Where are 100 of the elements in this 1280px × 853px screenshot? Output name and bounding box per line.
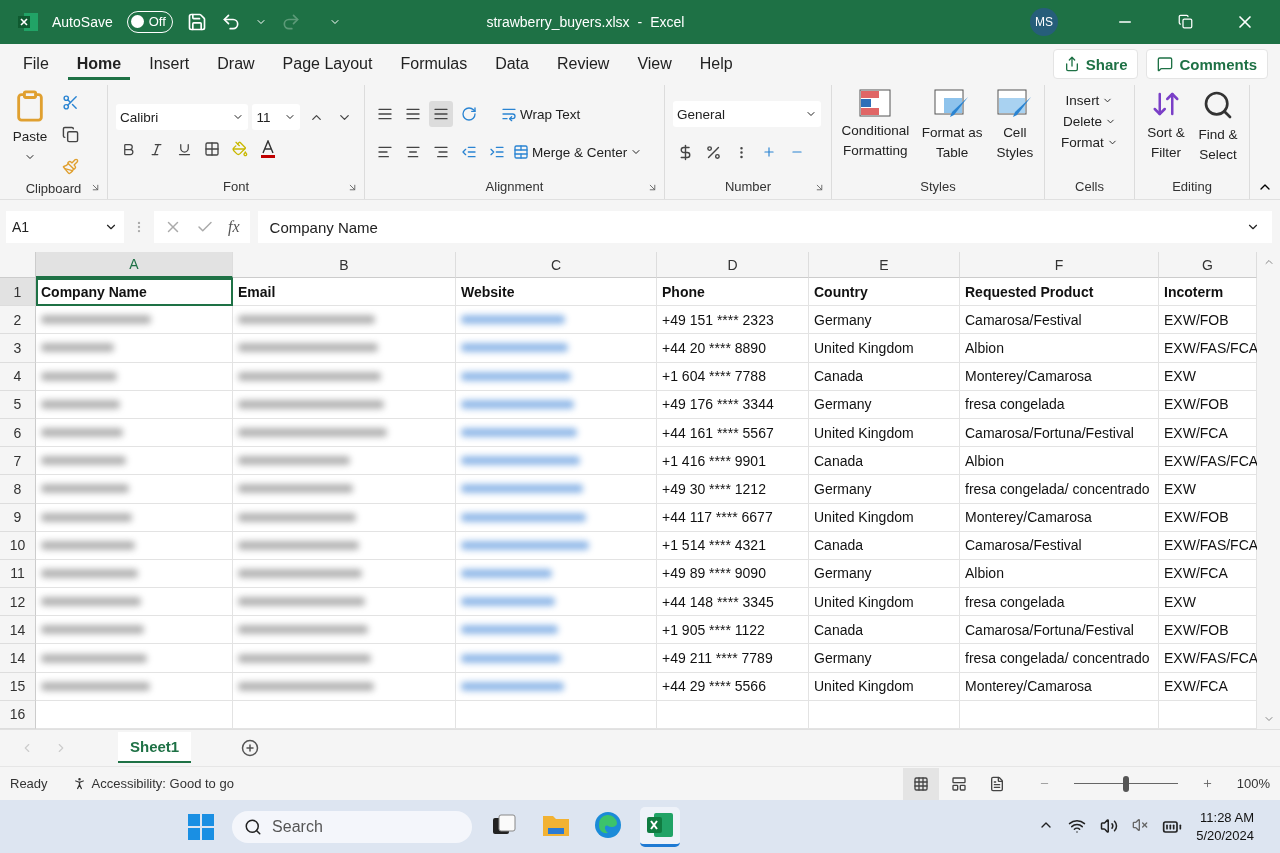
ribbon-tab[interactable]: Help: [690, 48, 742, 80]
row-header[interactable]: 1: [0, 278, 36, 307]
table-cell: +44 161 **** 5567: [657, 418, 809, 448]
borders-icon[interactable]: [204, 141, 220, 158]
row-header[interactable]: 16: [0, 700, 36, 729]
row-header[interactable]: 12: [0, 588, 36, 617]
percent-icon[interactable]: [704, 143, 722, 161]
row-header[interactable]: 6: [0, 418, 36, 448]
ribbon-tab[interactable]: File: [14, 48, 58, 80]
table-cell: fresa congelada: [960, 390, 1159, 419]
header-cell: Requested Product: [960, 278, 1159, 307]
column-header[interactable]: A: [36, 252, 233, 278]
browser-icon: [594, 811, 623, 840]
search-field[interactable]: Search: [232, 810, 473, 843]
add-sheet-icon[interactable]: [241, 738, 260, 757]
ribbon-tab[interactable]: Page Layout: [273, 48, 382, 80]
function-icon[interactable]: fx: [228, 218, 240, 237]
copy-icon[interactable]: [61, 125, 79, 143]
row-header[interactable]: 2: [0, 306, 36, 335]
ribbon-tab[interactable]: Insert: [140, 48, 199, 80]
cells-button[interactable]: Format: [1061, 135, 1118, 151]
spreadsheet-app-icon: [646, 812, 675, 839]
table-cell: +49 176 **** 3344: [657, 390, 809, 419]
name-box[interactable]: A1: [6, 211, 124, 244]
row-header[interactable]: 7: [0, 447, 36, 476]
ribbon-tab[interactable]: Formulas: [391, 48, 477, 80]
share-button[interactable]: Share: [1052, 49, 1139, 80]
column-header[interactable]: C: [456, 252, 657, 278]
table-cell: Camarosa/Fortuna/Festival: [960, 616, 1159, 645]
ribbon-tab[interactable]: Draw: [208, 48, 264, 80]
conditional-formatting-icon: [859, 89, 892, 118]
font-name-field[interactable]: Calibri: [116, 104, 249, 131]
table-cell: +44 20 **** 8890: [657, 334, 809, 363]
row-header[interactable]: 8: [0, 475, 36, 504]
zoom-thumb[interactable]: [1122, 775, 1129, 792]
view-button[interactable]: [902, 767, 939, 800]
sheet-tab[interactable]: Sheet1: [118, 732, 192, 764]
table-cell: Albion: [960, 334, 1159, 363]
table-cell: +49 211 **** 7789: [657, 644, 809, 673]
editing-button[interactable]: Find & Select: [1195, 89, 1241, 178]
accessibility-status[interactable]: Accessibility: Good to go: [71, 776, 234, 792]
table-cell: Germany: [809, 559, 960, 589]
user-avatar[interactable]: MS: [1030, 7, 1058, 36]
fill-color-icon[interactable]: [232, 141, 248, 158]
row-header[interactable]: 9: [0, 503, 36, 532]
style-button[interactable]: Conditional Formatting: [840, 89, 911, 178]
row-header[interactable]: 14: [0, 644, 36, 673]
restore-icon[interactable]: [1177, 14, 1193, 30]
table-cell: United Kingdom: [809, 334, 960, 363]
row-header[interactable]: 3: [0, 334, 36, 363]
vertical-align-button[interactable]: [429, 101, 453, 128]
zoom-in-icon[interactable]: [1201, 778, 1213, 790]
column-header[interactable]: G: [1159, 252, 1257, 278]
ribbon-tab[interactable]: View: [628, 48, 681, 80]
column-header[interactable]: D: [657, 252, 809, 278]
wrap-text-button[interactable]: Wrap Text: [501, 106, 581, 123]
row-header[interactable]: 15: [0, 672, 36, 701]
row-header[interactable]: 5: [0, 390, 36, 419]
column-header[interactable]: F: [960, 252, 1159, 278]
table-cell: +1 416 **** 9901: [657, 447, 809, 476]
merge-center-button[interactable]: Merge & Center: [513, 144, 643, 161]
row-header[interactable]: 11: [0, 559, 36, 589]
row-header[interactable]: 14: [0, 616, 36, 645]
task-view-icon: [492, 814, 517, 837]
italic-icon[interactable]: [148, 141, 164, 157]
editing-button[interactable]: Sort & Filter: [1143, 89, 1189, 178]
cells-button[interactable]: Delete: [1063, 114, 1116, 130]
font-size-field[interactable]: 11: [252, 104, 300, 131]
table-cell: +1 514 **** 4321: [657, 531, 809, 560]
orientation-icon[interactable]: [461, 106, 477, 123]
start-icon[interactable]: [188, 813, 215, 840]
grid-icon[interactable]: [912, 775, 929, 792]
column-header[interactable]: E: [809, 252, 960, 278]
style-button[interactable]: Cell Styles: [993, 89, 1036, 178]
zoom-level[interactable]: 100%: [1236, 776, 1270, 792]
paste-button[interactable]: Paste: [8, 89, 52, 180]
cut-icon[interactable]: [61, 93, 79, 111]
underline-icon[interactable]: [176, 141, 192, 157]
undo-icon[interactable]: [220, 11, 241, 32]
volume-icon[interactable]: [1100, 816, 1119, 835]
cells-button[interactable]: Insert: [1065, 93, 1114, 109]
save-icon[interactable]: [186, 11, 207, 32]
speaker-muted-icon[interactable]: [1132, 816, 1149, 833]
clock[interactable]: 11:28 AM 5/20/2024: [1196, 810, 1254, 844]
group-label: Cells: [1075, 178, 1104, 197]
column-header[interactable]: B: [233, 252, 456, 278]
row-header[interactable]: 4: [0, 362, 36, 391]
number-format-field[interactable]: General: [673, 101, 821, 128]
spreadsheet-app-icon: [18, 12, 38, 31]
formula-field[interactable]: Company Name: [257, 211, 1272, 244]
ribbon-tab[interactable]: Review: [547, 48, 619, 80]
style-button[interactable]: Format as Table: [916, 89, 988, 178]
ribbon-tab[interactable]: Data: [486, 48, 538, 80]
font-color-icon[interactable]: [260, 140, 276, 159]
table-cell: +44 148 **** 3345: [657, 588, 809, 617]
page-layout-icon[interactable]: [950, 775, 967, 792]
comments-button[interactable]: Comments: [1146, 49, 1268, 80]
page-icon[interactable]: [988, 775, 1005, 792]
row-header[interactable]: 10: [0, 531, 36, 560]
ribbon-tab[interactable]: Home: [67, 48, 131, 80]
